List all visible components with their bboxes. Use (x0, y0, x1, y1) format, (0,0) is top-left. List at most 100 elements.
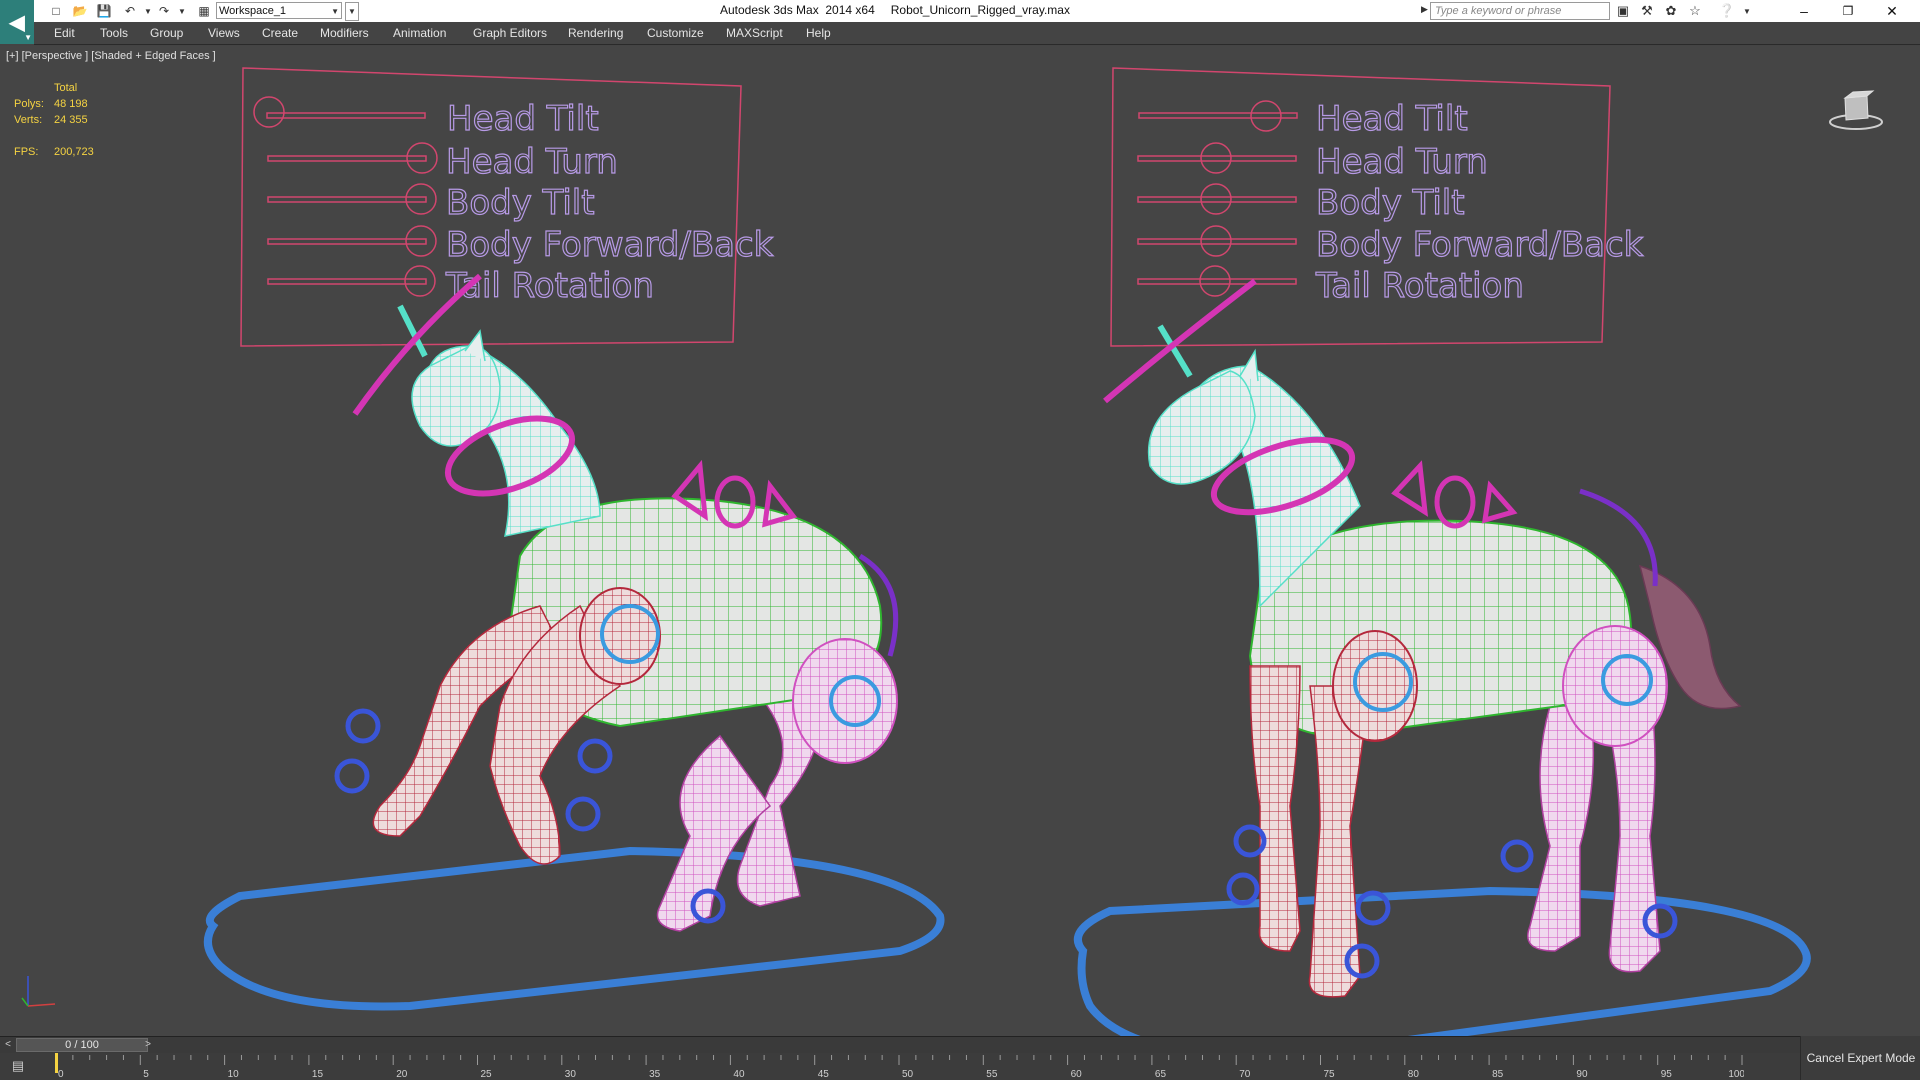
minimize-button[interactable]: – (1782, 0, 1826, 22)
help-dropdown-icon[interactable]: ▼ (1738, 2, 1756, 20)
menu-animation[interactable]: Animation (393, 26, 446, 40)
menu-rendering[interactable]: Rendering (568, 26, 623, 40)
menu-views[interactable]: Views (208, 26, 240, 40)
base-control-right[interactable] (1074, 886, 1811, 1036)
ruler-tick-label: 60 (1071, 1069, 1083, 1080)
chevron-down-icon: ▼ (24, 33, 32, 42)
app-name: Autodesk 3ds Max 2014 x64 (720, 3, 875, 17)
ruler-tick-label: 65 (1155, 1069, 1167, 1080)
ruler-tick-label: 15 (312, 1069, 324, 1080)
menu-modifiers[interactable]: Modifiers (320, 26, 369, 40)
slider-body-forward-back[interactable]: Body Forward/Back (267, 224, 774, 266)
help-icon[interactable]: ❔ (1718, 2, 1736, 20)
slider-body-tilt[interactable]: Body Tilt (1137, 182, 1465, 224)
frame-ruler[interactable]: 0 5 10 15 20 25 30 35 40 45 50 55 60 65 70 75 80 85 90 95 10… (54, 1053, 1744, 1080)
unicorn-model-right[interactable] (1074, 278, 1811, 1036)
ruler-tick-label: 35 (649, 1069, 661, 1080)
ruler-tick-label: 85 (1492, 1069, 1504, 1080)
save-file-icon[interactable]: 💾 (96, 3, 112, 19)
menu-edit[interactable]: Edit (54, 26, 75, 40)
ruler-tick-label: 95 (1661, 1069, 1673, 1080)
ruler-tick-label: 100 (1728, 1069, 1744, 1080)
rig-control-panel-right[interactable]: Head Tilt Head Turn Body Tilt Body Forwa… (1110, 67, 1644, 347)
menu-customize[interactable]: Customize (647, 26, 704, 40)
slider-tail-rotation[interactable]: Tail Rotation (1137, 265, 1524, 307)
previous-frame-button[interactable]: < (0, 1037, 16, 1053)
slider-label: Body Forward/Back (446, 225, 774, 265)
workspace-options-button[interactable]: ▼ (345, 2, 359, 21)
next-frame-button[interactable]: > (140, 1037, 156, 1053)
menu-group[interactable]: Group (150, 26, 183, 40)
search-placeholder: Type a keyword or phrase (1435, 5, 1562, 17)
ruler-tick-label: 0 (58, 1069, 64, 1080)
ruler-tick-label: 80 (1408, 1069, 1420, 1080)
window-title: Autodesk 3ds Max 2014 x64 Robot_Unicorn_R… (720, 3, 1070, 17)
project-folder-icon[interactable]: ▦ (196, 3, 212, 19)
ruler-tick-label: 10 (228, 1069, 240, 1080)
menu-maxscript[interactable]: MAXScript (726, 26, 783, 40)
app-menu-button[interactable]: ◀ ▼ (0, 0, 34, 44)
communication-center-icon[interactable]: ✿ (1662, 2, 1680, 20)
scene-render[interactable]: Head Tilt Head Turn Body Tilt Body Forwa… (0, 46, 1920, 1036)
ruler-tick-label: 50 (902, 1069, 914, 1080)
search-input[interactable]: Type a keyword or phrase (1430, 2, 1610, 20)
direction-control-icon[interactable] (1391, 460, 1518, 529)
redo-icon[interactable]: ↷ (156, 3, 172, 19)
slider-head-tilt[interactable]: Head Tilt (1138, 98, 1468, 140)
slider-head-turn[interactable]: Head Turn (267, 141, 618, 183)
time-slider[interactable]: < 0 / 100 > (0, 1036, 1920, 1053)
ruler-tick-label: 45 (818, 1069, 830, 1080)
slider-label: Head Turn (1316, 142, 1488, 182)
ruler-tick-label: 30 (565, 1069, 577, 1080)
slider-label: Body Forward/Back (1316, 225, 1644, 265)
menu-create[interactable]: Create (262, 26, 298, 40)
cancel-expert-mode-button[interactable]: Cancel Expert Mode (1800, 1036, 1920, 1080)
perspective-viewport[interactable]: [+] [Perspective ] [Shaded + Edged Faces… (0, 46, 1920, 1036)
ruler-tick-label: 90 (1576, 1069, 1588, 1080)
unicorn-model-left[interactable] (203, 273, 945, 1011)
slider-label: Tail Rotation (1315, 266, 1524, 306)
menu-graph-editors[interactable]: Graph Editors (473, 26, 547, 40)
menu-help[interactable]: Help (806, 26, 831, 40)
workspace-value: Workspace_1 (219, 5, 287, 17)
base-control-left[interactable] (203, 846, 945, 1011)
new-file-icon[interactable]: □ (48, 3, 64, 19)
search-expand-icon[interactable]: ▶ (1421, 4, 1428, 15)
open-file-icon[interactable]: 📂 (72, 3, 88, 19)
file-name: Robot_Unicorn_Rigged_vray.max (890, 3, 1070, 17)
viewcube-icon[interactable] (1828, 84, 1884, 134)
close-button[interactable]: ✕ (1870, 0, 1914, 22)
rig-control-panel-left[interactable]: Head Tilt Head Turn Body Tilt Body Forwa… (240, 67, 774, 347)
slider-label: Head Turn (446, 142, 618, 182)
slider-head-turn[interactable]: Head Turn (1137, 141, 1488, 183)
ruler-tick-label: 25 (481, 1069, 493, 1080)
current-frame-marker[interactable] (55, 1053, 58, 1073)
slider-label: Body Tilt (446, 183, 595, 223)
slider-label: Tail Rotation (445, 266, 654, 306)
favorites-star-icon[interactable]: ☆ (1686, 2, 1704, 20)
subscription-icon[interactable]: ⚒ (1638, 2, 1656, 20)
time-slider-thumb[interactable]: 0 / 100 (16, 1038, 148, 1052)
ruler-tick-label: 5 (143, 1069, 149, 1080)
menu-bar: Edit Tools Group Views Create Modifiers … (34, 22, 1920, 45)
curve-editor-toggle-icon[interactable]: ▤ (8, 1058, 28, 1074)
slider-body-tilt[interactable]: Body Tilt (267, 182, 595, 224)
binoculars-icon[interactable]: ▣ (1614, 2, 1632, 20)
workspace-dropdown[interactable]: Workspace_1 ▼ (216, 2, 342, 19)
menu-tools[interactable]: Tools (100, 26, 128, 40)
slider-label: Head Tilt (1316, 99, 1468, 139)
slider-tail-rotation[interactable]: Tail Rotation (267, 265, 654, 307)
redo-dropdown-icon[interactable]: ▼ (174, 3, 190, 19)
restore-button[interactable]: ❐ (1826, 0, 1870, 22)
title-bar: ◀ ▼ □ 📂 💾 ↶ ▼ ↷ ▼ ▦ Workspace_1 ▼ ▼ Auto… (0, 0, 1920, 44)
trackbar[interactable]: ▤ 0 5 10 15 20 25 30 35 40 45 50 55 60 65 70 75 80 85 90 95… (0, 1053, 1920, 1080)
slider-label: Body Tilt (1316, 183, 1465, 223)
slider-body-forward-back[interactable]: Body Forward/Back (1137, 224, 1644, 266)
ruler-tick-label: 70 (1239, 1069, 1251, 1080)
ruler-tick-label: 55 (986, 1069, 998, 1080)
slider-head-tilt[interactable]: Head Tilt (253, 96, 599, 140)
axis-gizmo-icon (21, 976, 56, 1007)
undo-icon[interactable]: ↶ (122, 3, 138, 19)
ruler-tick-label: 40 (733, 1069, 745, 1080)
undo-dropdown-icon[interactable]: ▼ (140, 3, 156, 19)
